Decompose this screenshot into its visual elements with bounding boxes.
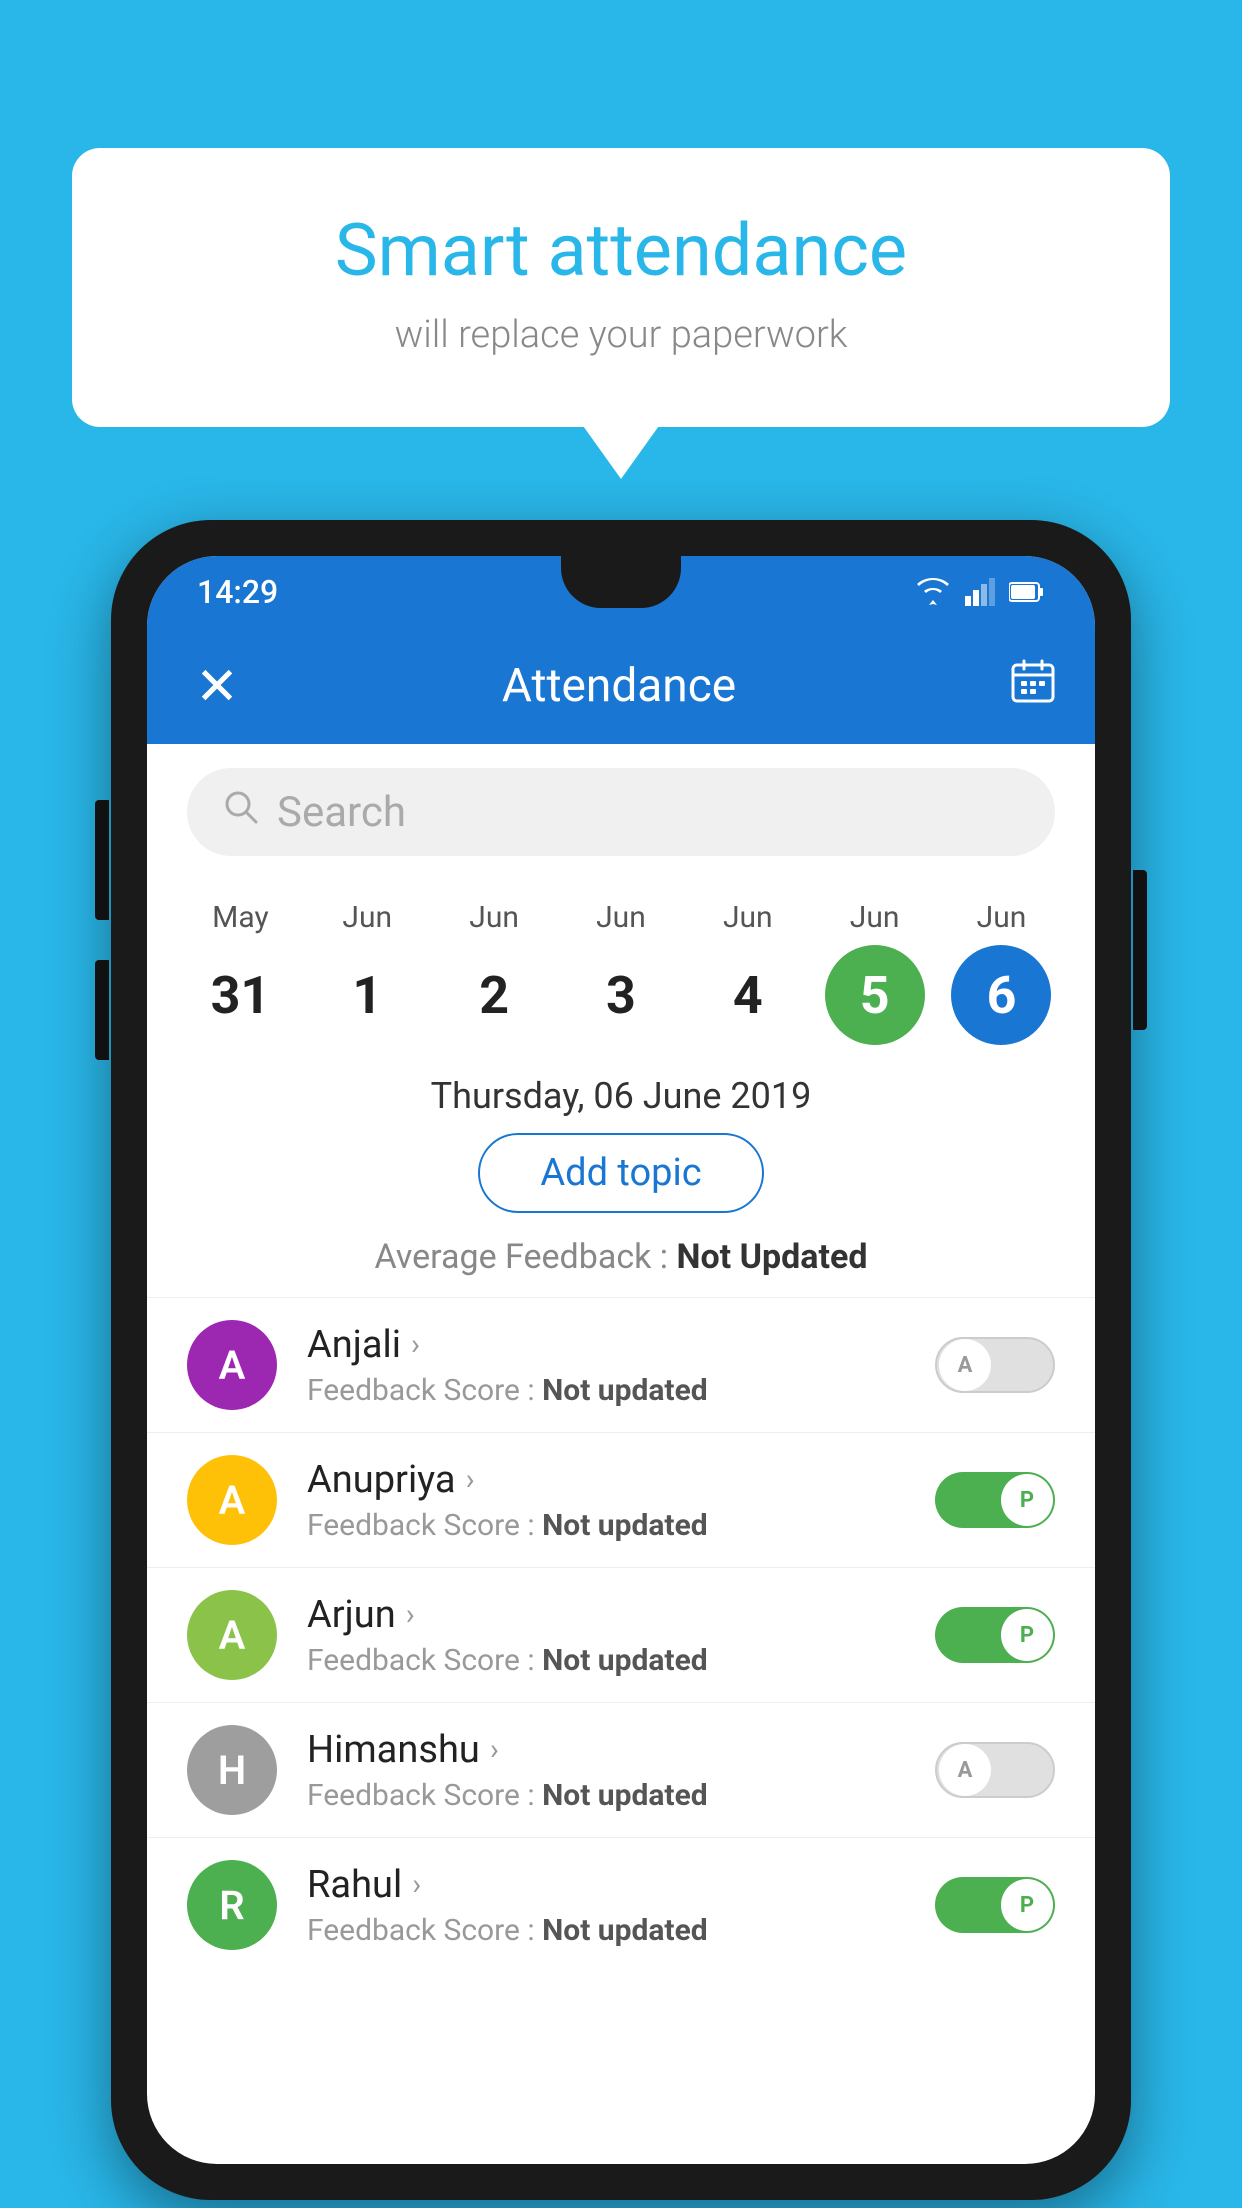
close-button[interactable]: ✕ bbox=[187, 656, 247, 717]
student-name: Rahul › bbox=[307, 1863, 905, 1907]
cal-month-label: Jun bbox=[596, 900, 646, 935]
date-display: Thursday, 06 June 2019 bbox=[147, 1055, 1095, 1133]
speech-bubble-container: Smart attendance will replace your paper… bbox=[72, 148, 1170, 427]
calendar-day[interactable]: Jun 2 bbox=[434, 900, 554, 1045]
student-item[interactable]: A Arjun › Feedback Score : Not updated P bbox=[147, 1567, 1095, 1702]
speech-bubble-title: Smart attendance bbox=[152, 208, 1090, 293]
cal-day-num: 4 bbox=[698, 945, 798, 1045]
calendar-day[interactable]: Jun 1 bbox=[307, 900, 427, 1045]
student-item[interactable]: A Anupriya › Feedback Score : Not updated P bbox=[147, 1432, 1095, 1567]
avatar: R bbox=[187, 1860, 277, 1950]
chevron-right-icon: › bbox=[406, 1597, 415, 1632]
student-score: Feedback Score : Not updated bbox=[307, 1913, 905, 1948]
toggle-knob: A bbox=[939, 1744, 991, 1796]
phone-shell: 14:29 bbox=[111, 520, 1131, 2200]
student-info: Anjali › Feedback Score : Not updated bbox=[307, 1323, 905, 1408]
avatar: A bbox=[187, 1590, 277, 1680]
calendar-day[interactable]: May 31 bbox=[180, 900, 300, 1045]
student-item[interactable]: R Rahul › Feedback Score : Not updated P bbox=[147, 1837, 1095, 1972]
calendar-day[interactable]: Jun 6 bbox=[941, 900, 1061, 1045]
attendance-toggle[interactable]: P bbox=[935, 1607, 1055, 1663]
search-icon bbox=[223, 789, 259, 835]
cal-month-label: Jun bbox=[723, 900, 773, 935]
student-list: AAnjali ›Feedback Score : Not updatedAAA… bbox=[147, 1297, 1095, 1972]
cal-day-num: 3 bbox=[571, 945, 671, 1045]
app-bar: ✕ Attendance bbox=[147, 628, 1095, 744]
student-name: Himanshu › bbox=[307, 1728, 905, 1772]
toggle-knob: P bbox=[1001, 1474, 1053, 1526]
chevron-right-icon: › bbox=[466, 1462, 475, 1497]
avatar: A bbox=[187, 1455, 277, 1545]
avatar: A bbox=[187, 1320, 277, 1410]
avatar: H bbox=[187, 1725, 277, 1815]
attendance-toggle[interactable]: A bbox=[935, 1337, 1055, 1393]
phone-notch bbox=[561, 556, 681, 608]
cal-month-label: May bbox=[212, 900, 268, 935]
attendance-toggle[interactable]: P bbox=[935, 1877, 1055, 1933]
avg-feedback-label: Average Feedback : bbox=[375, 1237, 669, 1277]
student-name: Anjali › bbox=[307, 1323, 905, 1367]
student-name: Arjun › bbox=[307, 1593, 905, 1637]
toggle-knob: P bbox=[1001, 1879, 1053, 1931]
cal-month-label: Jun bbox=[342, 900, 392, 935]
calendar-day[interactable]: Jun 5 bbox=[815, 900, 935, 1045]
volume-button bbox=[95, 960, 109, 1060]
status-icons bbox=[915, 578, 1045, 606]
calendar-icon[interactable] bbox=[1011, 659, 1055, 714]
add-topic-button[interactable]: Add topic bbox=[478, 1133, 763, 1213]
status-time: 14:29 bbox=[197, 573, 278, 611]
attendance-toggle[interactable]: A bbox=[935, 1742, 1055, 1798]
student-score: Feedback Score : Not updated bbox=[307, 1778, 905, 1813]
speech-bubble-subtitle: will replace your paperwork bbox=[152, 313, 1090, 357]
attendance-toggle[interactable]: P bbox=[935, 1472, 1055, 1528]
student-item[interactable]: H Himanshu › Feedback Score : Not updated A bbox=[147, 1702, 1095, 1837]
student-info: Anupriya › Feedback Score : Not updated bbox=[307, 1458, 905, 1543]
cal-month-label: Jun bbox=[977, 900, 1027, 935]
student-score: Feedback Score : Not updated bbox=[307, 1373, 905, 1408]
search-input-placeholder: Search bbox=[277, 788, 1019, 837]
calendar-strip: May 31 Jun 1 Jun 2 Jun 3 Jun 4 Jun 5 Jun 6 bbox=[147, 880, 1095, 1055]
chevron-right-icon: › bbox=[411, 1327, 420, 1362]
student-name: Anupriya › bbox=[307, 1458, 905, 1502]
phone-screen: 14:29 bbox=[147, 556, 1095, 2164]
cal-day-num: 2 bbox=[444, 945, 544, 1045]
toggle-knob: A bbox=[939, 1339, 991, 1391]
power-button bbox=[1133, 870, 1147, 1030]
search-bar[interactable]: Search bbox=[187, 768, 1055, 856]
cal-day-num: 1 bbox=[317, 945, 417, 1045]
cal-day-num: 5 bbox=[825, 945, 925, 1045]
screen-content: 14:29 bbox=[147, 556, 1095, 2164]
cal-day-num: 31 bbox=[190, 945, 290, 1045]
student-item[interactable]: A Anjali › Feedback Score : Not updated A bbox=[147, 1297, 1095, 1432]
wifi-icon bbox=[915, 578, 951, 606]
phone-mockup: 14:29 bbox=[111, 520, 1131, 2200]
cal-day-num: 6 bbox=[951, 945, 1051, 1045]
speech-bubble: Smart attendance will replace your paper… bbox=[72, 148, 1170, 427]
student-score: Feedback Score : Not updated bbox=[307, 1508, 905, 1543]
student-info: Himanshu › Feedback Score : Not updated bbox=[307, 1728, 905, 1813]
chevron-right-icon: › bbox=[490, 1732, 499, 1767]
toggle-knob: P bbox=[1001, 1609, 1053, 1661]
calendar-day[interactable]: Jun 4 bbox=[688, 900, 808, 1045]
cal-month-label: Jun bbox=[469, 900, 519, 935]
signal-icon bbox=[965, 578, 995, 606]
app-bar-title: Attendance bbox=[247, 659, 991, 713]
student-score: Feedback Score : Not updated bbox=[307, 1643, 905, 1678]
avg-feedback-value: Not Updated bbox=[676, 1237, 867, 1277]
chevron-right-icon: › bbox=[412, 1867, 421, 1902]
student-info: Arjun › Feedback Score : Not updated bbox=[307, 1593, 905, 1678]
cal-month-label: Jun bbox=[850, 900, 900, 935]
calendar-day[interactable]: Jun 3 bbox=[561, 900, 681, 1045]
student-info: Rahul › Feedback Score : Not updated bbox=[307, 1863, 905, 1948]
avg-feedback: Average Feedback : Not Updated bbox=[147, 1237, 1095, 1277]
battery-icon bbox=[1009, 581, 1045, 603]
